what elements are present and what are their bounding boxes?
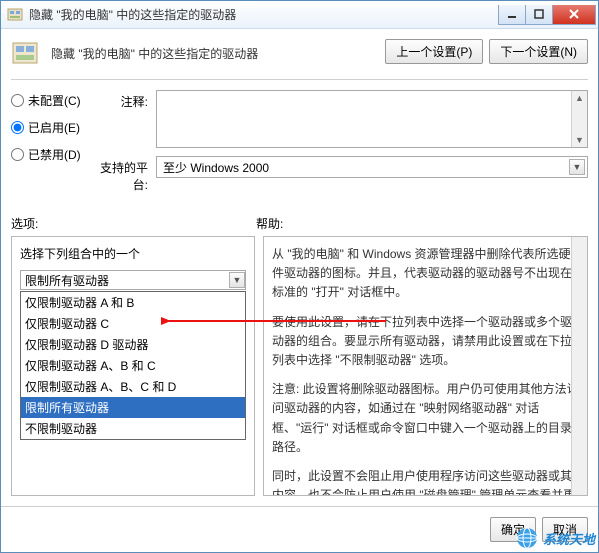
- dropdown-item[interactable]: 仅限制驱动器 D 驱动器: [21, 334, 245, 355]
- comment-input[interactable]: ▲ ▼: [156, 90, 588, 148]
- maximize-button[interactable]: [525, 5, 553, 25]
- dropdown-item[interactable]: 仅限制驱动器 A、B、C 和 D: [21, 376, 245, 397]
- globe-icon: [515, 526, 539, 550]
- window-title: 隐藏 "我的电脑" 中的这些指定的驱动器: [29, 6, 236, 23]
- radio-enabled-label: 已启用(E): [28, 119, 80, 136]
- dropdown-item[interactable]: 仅限制驱动器 A 和 B: [21, 292, 245, 313]
- next-setting-button[interactable]: 下一个设置(N): [489, 39, 588, 64]
- options-section-label: 选项:: [11, 215, 256, 232]
- radio-disabled[interactable]: 已禁用(D): [11, 146, 96, 163]
- options-combo-value: 限制所有驱动器: [25, 272, 109, 289]
- help-text: 注意: 此设置将删除驱动器图标。用户仍可使用其他方法访问驱动器的内容，如通过在 …: [272, 380, 579, 457]
- watermark: 系统天地: [515, 526, 595, 550]
- scroll-down-icon: ▼: [573, 133, 587, 147]
- help-section-label: 帮助:: [256, 215, 283, 232]
- policy-icon: [11, 39, 41, 69]
- support-label: 支持的平台:: [96, 156, 156, 193]
- options-dropdown[interactable]: 仅限制驱动器 A 和 B仅限制驱动器 C仅限制驱动器 D 驱动器仅限制驱动器 A…: [20, 291, 246, 440]
- chevron-down-icon: ▼: [229, 272, 245, 288]
- options-panel: 选择下列组合中的一个 限制所有驱动器 ▼ 仅限制驱动器 A 和 B仅限制驱动器 …: [11, 236, 255, 496]
- chevron-down-icon: ▼: [569, 159, 585, 175]
- radio-disabled-label: 已禁用(D): [28, 146, 81, 163]
- divider: [11, 79, 588, 80]
- policy-title: 隐藏 "我的电脑" 中的这些指定的驱动器: [51, 39, 375, 62]
- help-panel: 从 "我的电脑" 和 Windows 资源管理器中删除代表所选硬件驱动器的图标。…: [263, 236, 588, 496]
- scrollbar[interactable]: ▲ ▼: [571, 91, 587, 147]
- scrollbar[interactable]: [571, 237, 587, 495]
- options-prompt: 选择下列组合中的一个: [20, 245, 246, 262]
- prev-setting-button[interactable]: 上一个设置(P): [385, 39, 483, 64]
- options-combo[interactable]: 限制所有驱动器 ▼: [20, 270, 246, 290]
- help-text: 同时，此设置不会阻止用户使用程序访问这些驱动器或其内容，也不会防止用户使用 "磁…: [272, 467, 579, 496]
- dropdown-item[interactable]: 不限制驱动器: [21, 418, 245, 439]
- app-icon: [7, 7, 23, 23]
- support-value: 至少 Windows 2000: [163, 159, 269, 176]
- help-text: 要使用此设置，请在下拉列表中选择一个驱动器或多个驱动器的组合。要显示所有驱动器，…: [272, 313, 579, 371]
- close-button[interactable]: [552, 5, 596, 25]
- radio-unconfigured-label: 未配置(C): [28, 92, 81, 109]
- radio-enabled[interactable]: 已启用(E): [11, 119, 96, 136]
- dropdown-item[interactable]: 仅限制驱动器 C: [21, 313, 245, 334]
- help-text: 从 "我的电脑" 和 Windows 资源管理器中删除代表所选硬件驱动器的图标。…: [272, 245, 579, 303]
- watermark-text: 系统天地: [543, 529, 595, 548]
- dropdown-item[interactable]: 限制所有驱动器: [21, 397, 245, 418]
- comment-label: 注释:: [96, 90, 156, 148]
- titlebar: 隐藏 "我的电脑" 中的这些指定的驱动器: [1, 1, 598, 29]
- radio-unconfigured[interactable]: 未配置(C): [11, 92, 96, 109]
- support-select[interactable]: 至少 Windows 2000 ▼: [156, 156, 588, 178]
- scroll-up-icon: ▲: [573, 91, 587, 105]
- dropdown-item[interactable]: 仅限制驱动器 A、B 和 C: [21, 355, 245, 376]
- minimize-button[interactable]: [498, 5, 526, 25]
